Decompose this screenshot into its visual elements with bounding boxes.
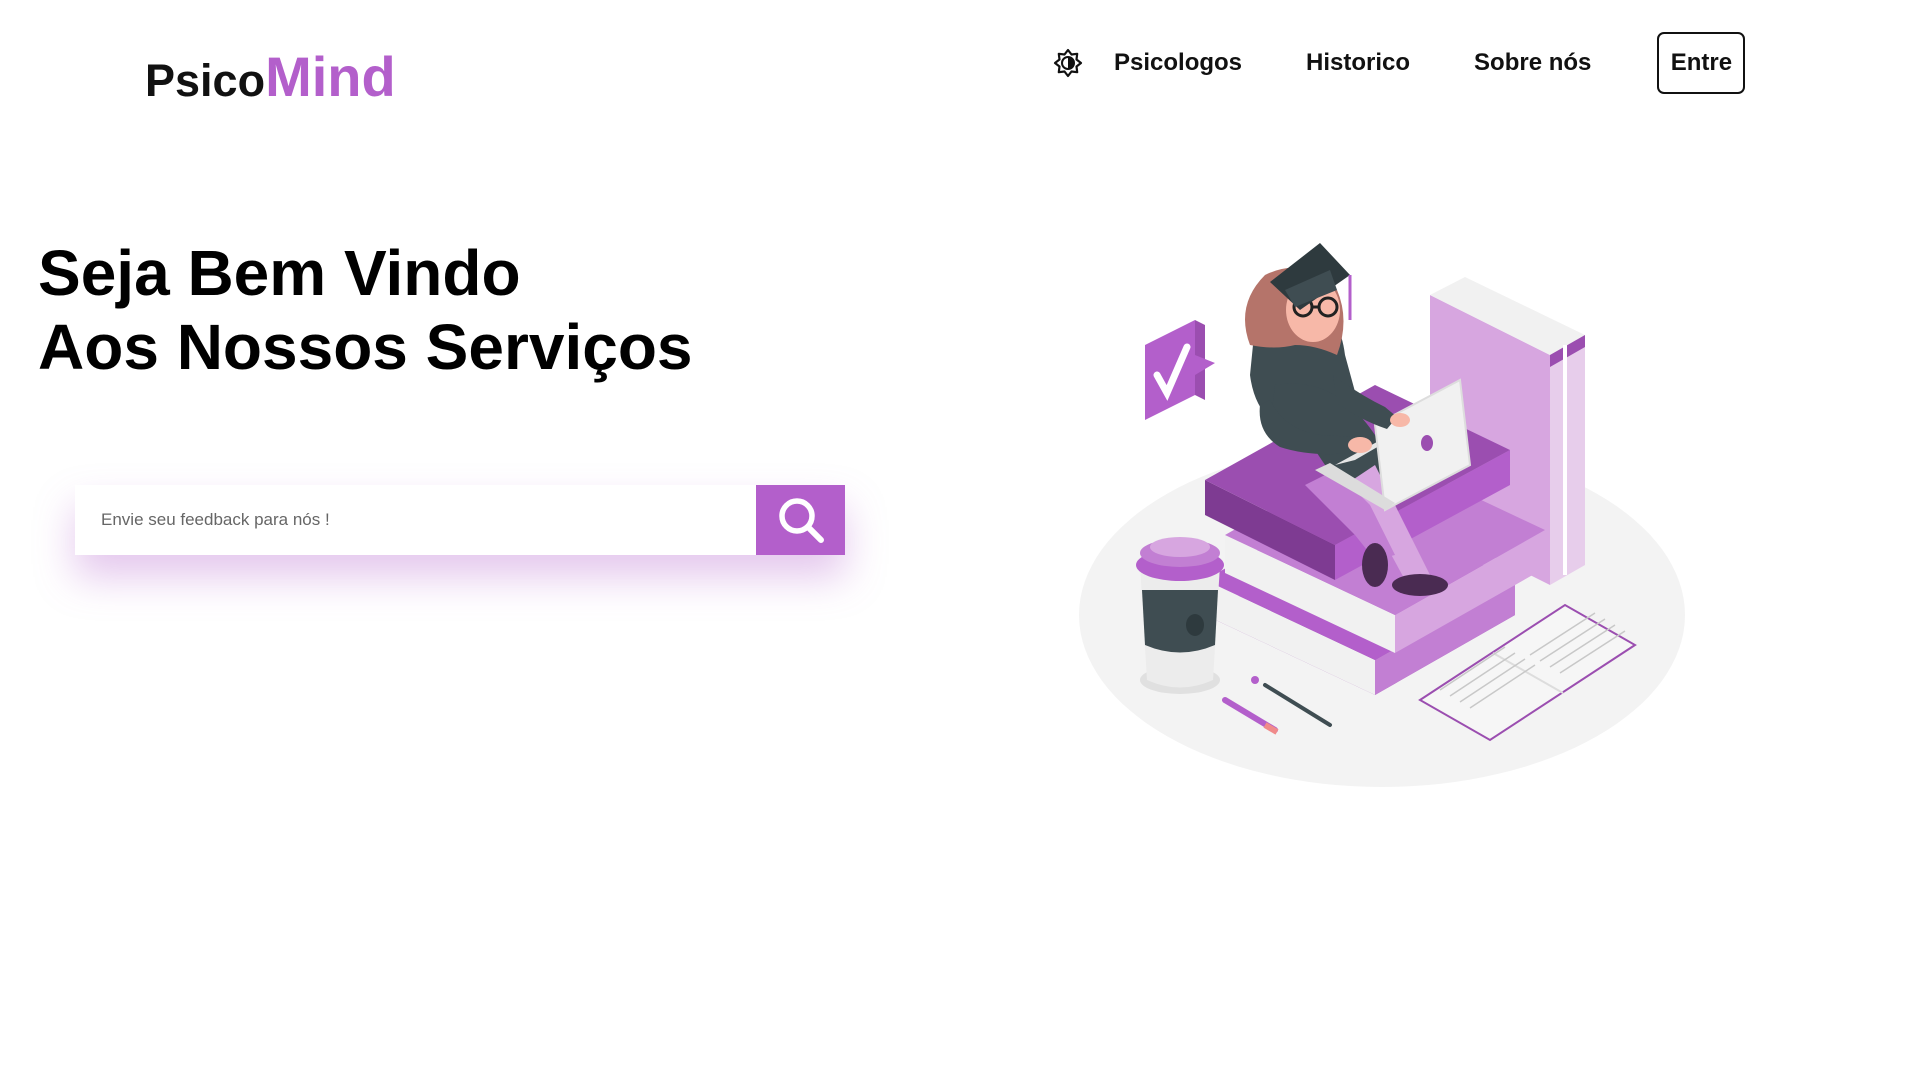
- nav-link-sobre-nos[interactable]: Sobre nós: [1474, 49, 1591, 77]
- brightness-icon: [1053, 48, 1083, 78]
- page: PsicoMind Psicologos Historico Sobre nós…: [0, 0, 1919, 1070]
- nav-link-historico[interactable]: Historico: [1306, 49, 1410, 77]
- hero-title: Seja Bem Vindo Aos Nossos Serviços: [38, 236, 693, 384]
- student-graduate-illustration: [1079, 243, 1685, 787]
- login-button[interactable]: Entre: [1657, 32, 1746, 94]
- nav-link-psicologos[interactable]: Psicologos: [1114, 49, 1242, 77]
- feedback-search-bar: [75, 485, 845, 555]
- hero-title-line1: Seja Bem Vindo: [38, 237, 521, 309]
- search-icon: [778, 498, 824, 543]
- logo[interactable]: PsicoMind: [145, 44, 396, 109]
- feedback-input[interactable]: [75, 485, 756, 555]
- theme-toggle-button[interactable]: [1050, 45, 1086, 81]
- top-nav: Psicologos Historico Sobre nós Entre: [1050, 30, 1746, 96]
- logo-text-psico: Psico: [145, 55, 266, 106]
- logo-text-mind: Mind: [265, 45, 396, 108]
- search-button[interactable]: [756, 485, 845, 555]
- hero-title-line2: Aos Nossos Serviços: [38, 311, 693, 383]
